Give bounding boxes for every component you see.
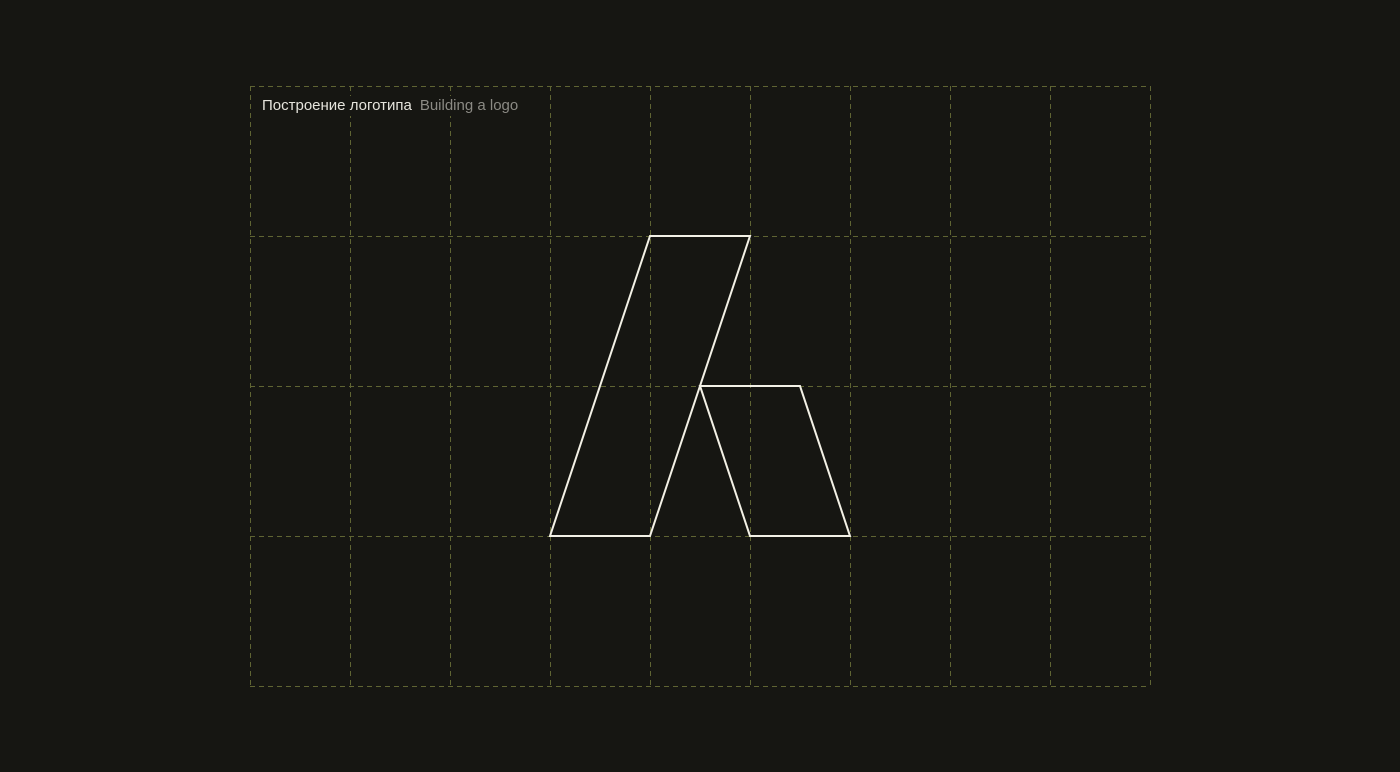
caption-russian: Построение логотипа xyxy=(262,97,412,114)
caption-english: Building a logo xyxy=(419,97,519,114)
logo-short-parallelogram xyxy=(698,385,852,537)
diagram-caption: Построение логотипа Building a logo xyxy=(262,96,525,116)
construction-diagram xyxy=(250,86,1151,687)
logo-construction-canvas: Построение логотипа Building a logo xyxy=(0,0,1400,772)
